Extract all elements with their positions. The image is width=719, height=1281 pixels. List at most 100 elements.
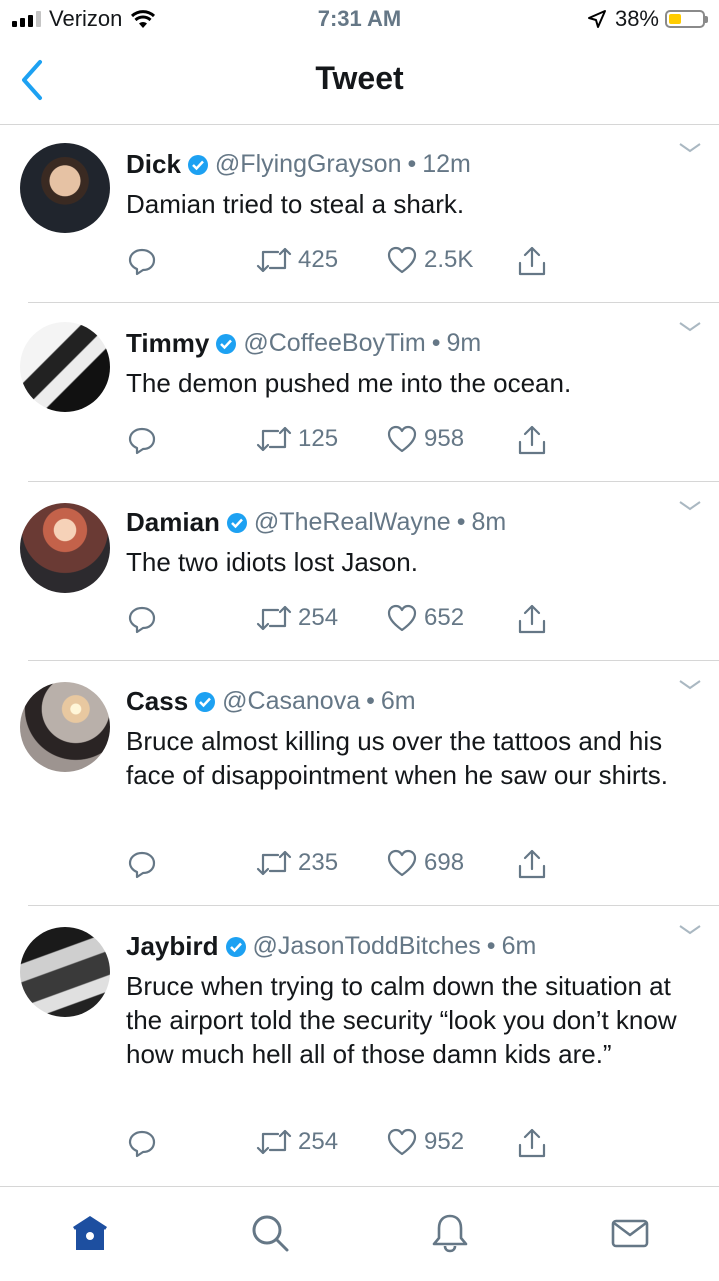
tweet-time: 9m — [446, 329, 482, 357]
heart-icon — [387, 1128, 417, 1156]
verified-badge-icon — [216, 333, 237, 354]
divider — [28, 302, 719, 303]
tweet-card[interactable]: Damian @TheRealWayne • 8m The two idiots… — [0, 483, 719, 661]
page-title: Tweet — [315, 60, 404, 96]
retweet-button[interactable]: 254 — [256, 1127, 338, 1157]
retweet-icon — [256, 426, 292, 452]
retweet-button[interactable]: 425 — [256, 245, 338, 275]
tweet-handle[interactable]: @FlyingGrayson — [215, 150, 402, 179]
share-button[interactable] — [516, 603, 554, 635]
battery-percent: 38% — [614, 6, 659, 31]
retweet-count: 254 — [298, 1128, 339, 1155]
dot-separator: • — [431, 329, 441, 357]
chevron-down-icon[interactable] — [677, 320, 703, 334]
share-icon — [518, 604, 546, 634]
retweet-button[interactable]: 254 — [256, 603, 338, 633]
avatar[interactable] — [20, 322, 110, 412]
retweet-count: 125 — [298, 425, 339, 452]
tweet-text: Bruce almost killing us over the tattoos… — [126, 726, 668, 790]
heart-icon — [387, 849, 417, 877]
verified-badge-icon — [195, 691, 216, 712]
reply-button[interactable] — [126, 603, 164, 635]
retweet-count: 235 — [298, 849, 339, 876]
chevron-down-icon[interactable] — [677, 141, 703, 155]
tweet-handle[interactable]: @Casanova — [222, 687, 360, 716]
like-button[interactable]: 698 — [386, 848, 464, 878]
reply-button[interactable] — [126, 245, 164, 277]
tweet-text: The two idiots lost Jason. — [126, 547, 418, 577]
reply-icon — [128, 248, 156, 276]
tab-bar — [0, 1186, 719, 1281]
verified-badge-icon — [225, 936, 246, 957]
share-button[interactable] — [516, 848, 554, 880]
avatar[interactable] — [20, 927, 110, 1017]
dot-separator: • — [486, 932, 496, 960]
retweet-icon — [256, 247, 292, 273]
reply-icon — [128, 606, 156, 634]
avatar[interactable] — [20, 143, 110, 233]
retweet-button[interactable]: 125 — [256, 424, 338, 454]
tweet-text: Bruce when trying to calm down the situa… — [126, 971, 677, 1069]
tweet-handle[interactable]: @TheRealWayne — [254, 508, 451, 537]
dot-separator: • — [366, 687, 375, 715]
retweet-count: 254 — [298, 604, 339, 631]
retweet-count: 425 — [298, 246, 339, 273]
chevron-down-icon[interactable] — [677, 678, 703, 692]
tweet-card[interactable]: Cass @Casanova • 6m Bruce almost killing… — [0, 662, 719, 906]
tweet-handle[interactable]: @JasonToddBitches — [253, 932, 481, 961]
share-icon — [518, 1128, 546, 1158]
tweet-card[interactable]: Timmy @CoffeeBoyTim • 9m The demon pushe… — [0, 304, 719, 482]
like-count: 2.5K — [424, 246, 474, 273]
reply-icon — [128, 427, 156, 455]
tweet-time: 6m — [501, 932, 537, 960]
chevron-down-icon[interactable] — [677, 499, 703, 513]
divider — [28, 481, 719, 482]
share-icon — [518, 425, 546, 455]
heart-icon — [387, 604, 417, 632]
like-count: 698 — [424, 849, 465, 876]
verified-badge-icon — [226, 512, 247, 533]
avatar[interactable] — [20, 682, 110, 772]
share-button[interactable] — [516, 424, 554, 456]
tweet-author-name[interactable]: Cass — [126, 686, 188, 717]
verified-badge-icon — [187, 154, 208, 175]
like-button[interactable]: 952 — [386, 1127, 464, 1157]
like-button[interactable]: 2.5K — [386, 245, 473, 275]
dot-separator: • — [456, 508, 466, 536]
battery-icon — [665, 10, 708, 28]
tweet-author-name[interactable]: Damian — [126, 507, 220, 538]
reply-button[interactable] — [126, 1127, 164, 1159]
tweet-handle[interactable]: @CoffeeBoyTim — [243, 329, 425, 358]
tweet-time: 12m — [422, 150, 471, 178]
reply-icon — [128, 851, 156, 879]
divider — [28, 905, 719, 906]
reply-button[interactable] — [126, 848, 164, 880]
retweet-button[interactable]: 235 — [256, 848, 338, 878]
tweet-author-name[interactable]: Dick — [126, 149, 181, 180]
avatar[interactable] — [20, 503, 110, 593]
reply-button[interactable] — [126, 424, 164, 456]
tweet-time: 8m — [471, 508, 507, 536]
share-icon — [518, 246, 546, 276]
retweet-icon — [256, 605, 292, 631]
share-button[interactable] — [516, 245, 554, 277]
search-icon[interactable] — [250, 1213, 290, 1253]
chevron-down-icon[interactable] — [677, 923, 703, 937]
retweet-icon — [256, 850, 292, 876]
heart-icon — [387, 246, 417, 274]
tweet-author-name[interactable]: Jaybird — [126, 931, 219, 962]
like-count: 652 — [424, 604, 465, 631]
like-button[interactable]: 958 — [386, 424, 464, 454]
tweet-author-name[interactable]: Timmy — [126, 328, 209, 359]
tweet-time: 6m — [380, 687, 416, 715]
tweet-card[interactable]: Jaybird @JasonToddBitches • 6m Bruce whe… — [0, 907, 719, 1185]
notifications-bell-icon[interactable] — [430, 1213, 470, 1253]
location-arrow-icon — [587, 10, 606, 28]
like-count: 952 — [424, 1128, 465, 1155]
messages-envelope-icon[interactable] — [610, 1213, 650, 1253]
like-button[interactable]: 652 — [386, 603, 464, 633]
home-icon[interactable] — [70, 1213, 110, 1253]
tweet-card[interactable]: Dick @FlyingGrayson • 12m Damian tried t… — [0, 125, 719, 303]
reply-icon — [128, 1130, 156, 1158]
share-button[interactable] — [516, 1127, 554, 1159]
